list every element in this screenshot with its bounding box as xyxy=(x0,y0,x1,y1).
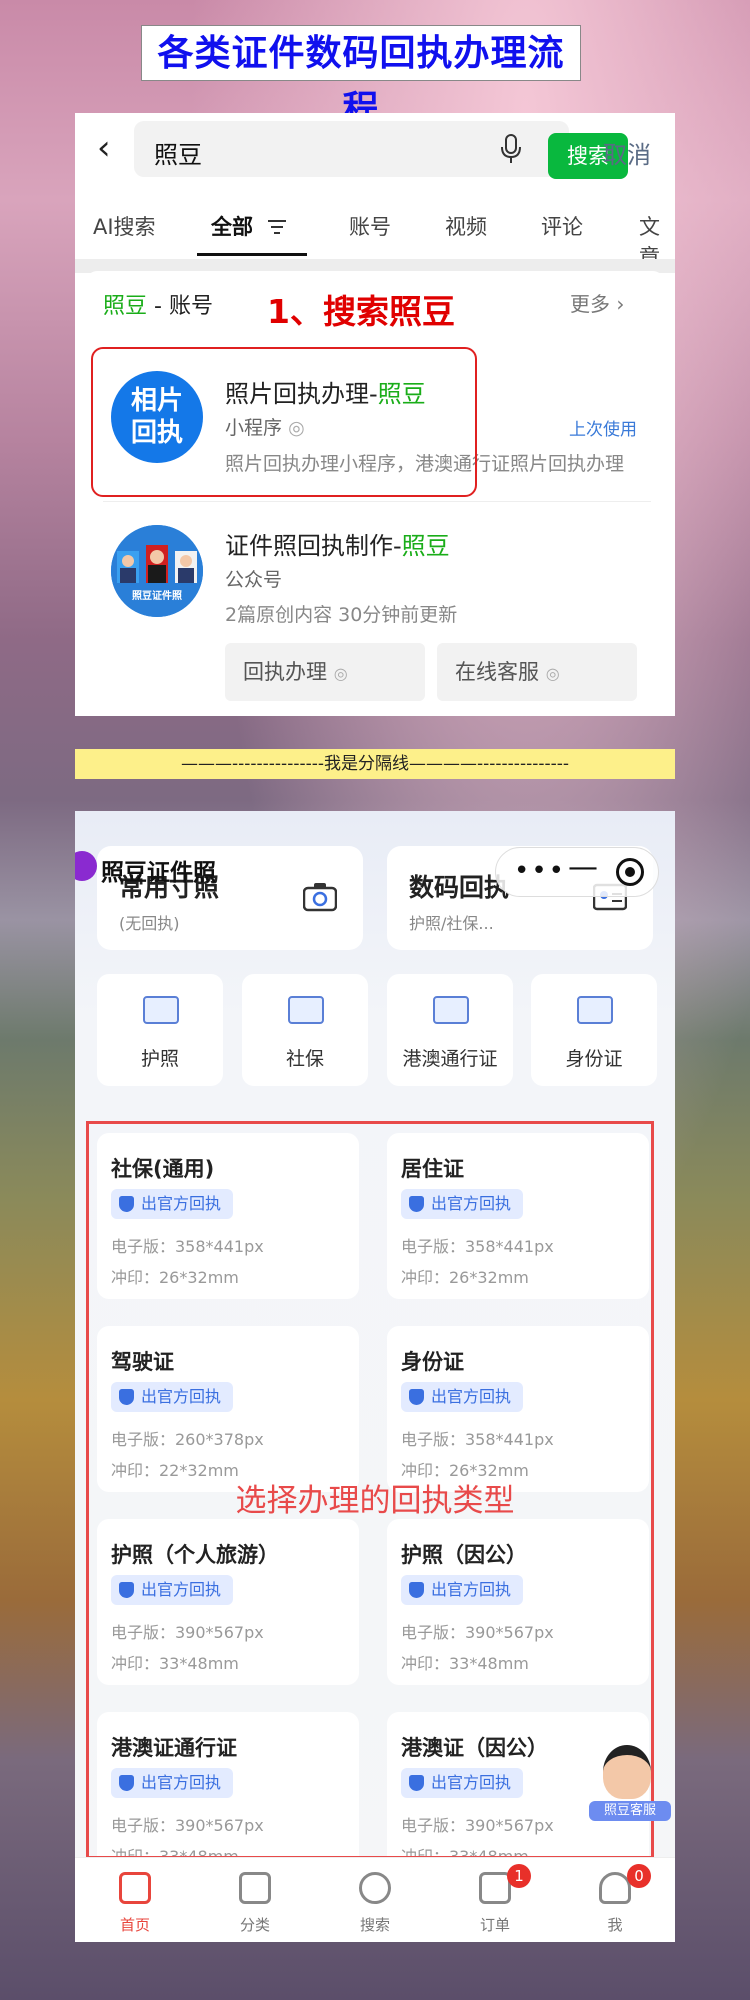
section-suffix: - 账号 xyxy=(147,294,213,319)
nav-label: 首页 xyxy=(119,1916,150,1934)
card-subtitle: 护照/社保... xyxy=(409,914,494,933)
bottom-nav: 首页 分类 搜索 1 订单 0 我 xyxy=(75,1857,675,1942)
category-label: 港澳通行证 xyxy=(402,1048,498,1070)
last-used-tag: 上次使用 xyxy=(569,420,637,440)
category-label: 护照 xyxy=(140,1048,179,1070)
receipt-service-label: 回执办理 xyxy=(243,660,327,684)
capsule-menu: ••• — xyxy=(495,847,659,897)
choose-type-annotation: 选择办理的回执类型 xyxy=(235,1483,515,1519)
cancel-button[interactable]: 取消 xyxy=(603,135,651,170)
filter-icon[interactable] xyxy=(267,219,287,235)
nav-home[interactable]: 首页 xyxy=(75,1858,195,1942)
result-title[interactable]: 证件照回执制作-照豆 xyxy=(225,526,450,561)
tab-all[interactable]: 全部 xyxy=(211,211,253,241)
service-avatar xyxy=(603,1745,651,1799)
microphone-icon[interactable] xyxy=(500,133,522,165)
highlight-box xyxy=(91,347,477,497)
nav-label: 分类 xyxy=(239,1916,270,1934)
logo-caption: 照豆证件照 xyxy=(132,591,182,602)
nav-label: 我 xyxy=(607,1916,623,1934)
nav-me[interactable]: 0 我 xyxy=(555,1858,675,1942)
miniprogram-avatar xyxy=(75,851,97,881)
camera-icon xyxy=(303,883,337,912)
me-count-badge: 0 xyxy=(627,1864,651,1888)
card-title: 数码回执 xyxy=(409,873,510,902)
active-tab-indicator xyxy=(197,253,307,256)
online-support-label: 在线客服 xyxy=(455,660,539,684)
search-input[interactable]: 照豆 搜索 xyxy=(134,121,628,179)
result-description: 2篇原创内容 30分钟前更新 xyxy=(225,604,458,626)
nav-search[interactable]: 搜索 xyxy=(315,1858,435,1942)
result-title-prefix: 证件照回执制作- xyxy=(225,532,402,560)
travel-pass-icon xyxy=(433,996,469,1024)
section-brand: 照豆 xyxy=(103,294,148,319)
card-subtitle: (无回执) xyxy=(119,914,180,933)
section-header: 照豆 - 账号 xyxy=(103,288,213,320)
more-label: 更多 xyxy=(570,292,610,316)
portrait-photos-icon xyxy=(111,525,203,617)
more-link[interactable]: 更多 › xyxy=(570,288,624,317)
link-icon: ◎ xyxy=(333,664,348,683)
passport-icon xyxy=(143,996,179,1024)
result-title-brand: 照豆 xyxy=(401,532,450,560)
home-icon xyxy=(119,1872,151,1904)
nav-orders[interactable]: 1 订单 xyxy=(435,1858,555,1942)
miniprogram-screen: 常用寸照 (无回执) 数码回执 护照/社保... 照豆证件照 ••• — 护照 … xyxy=(75,811,675,1942)
more-menu-icon[interactable]: ••• xyxy=(514,856,566,886)
minimize-icon[interactable]: — xyxy=(568,850,598,885)
category-label: 社保 xyxy=(285,1048,324,1070)
social-security-icon xyxy=(288,996,324,1024)
tab-video[interactable]: 视频 xyxy=(445,211,487,241)
category-social-security[interactable]: 社保 xyxy=(242,974,368,1086)
tab-ai-search[interactable]: AI搜索 xyxy=(93,211,156,241)
link-icon: ◎ xyxy=(545,664,560,683)
order-count-badge: 1 xyxy=(507,1864,531,1888)
category-passport[interactable]: 护照 xyxy=(97,974,223,1086)
divider xyxy=(103,501,651,502)
tab-comment[interactable]: 评论 xyxy=(541,211,583,241)
miniprogram-title: 照豆证件照 xyxy=(101,860,216,886)
receipt-service-button[interactable]: 回执办理 ◎ xyxy=(225,643,425,701)
separator-line: ———---------------我是分隔线————-------------… xyxy=(75,749,675,779)
close-target-icon[interactable] xyxy=(616,858,644,886)
search-tabs: AI搜索 全部 账号 视频 评论 文章 xyxy=(75,197,675,269)
page-title: 各类证件数码回执办理流程 xyxy=(141,25,581,130)
nav-label: 订单 xyxy=(479,1916,510,1934)
back-arrow-icon[interactable]: ‹ xyxy=(97,131,111,165)
tab-account[interactable]: 账号 xyxy=(349,211,391,241)
category-hk-macau-pass[interactable]: 港澳通行证 xyxy=(387,974,513,1086)
nav-category[interactable]: 分类 xyxy=(195,1858,315,1942)
category-id-card[interactable]: 身份证 xyxy=(531,974,657,1086)
customer-service-button[interactable]: 照豆客服 xyxy=(589,1745,671,1821)
search-query: 照豆 xyxy=(154,141,202,169)
wechat-search-screen: ‹ 照豆 搜索 取消 AI搜索 全部 账号 视频 评论 文章 照豆 - 账号 1… xyxy=(75,113,675,716)
step1-annotation: 1、搜索照豆 xyxy=(267,292,455,331)
result-type: 公众号 xyxy=(225,569,283,591)
search-icon xyxy=(359,1872,391,1904)
search-bar-row: ‹ 照豆 搜索 取消 xyxy=(75,113,675,183)
official-account-logo[interactable]: 照豆证件照 xyxy=(111,525,203,617)
online-support-button[interactable]: 在线客服 ◎ xyxy=(437,643,637,701)
nav-label: 搜索 xyxy=(359,1916,390,1934)
category-label: 身份证 xyxy=(565,1048,623,1070)
service-tag: 照豆客服 xyxy=(589,1801,671,1821)
id-card-icon xyxy=(577,996,613,1024)
category-icon xyxy=(239,1872,271,1904)
